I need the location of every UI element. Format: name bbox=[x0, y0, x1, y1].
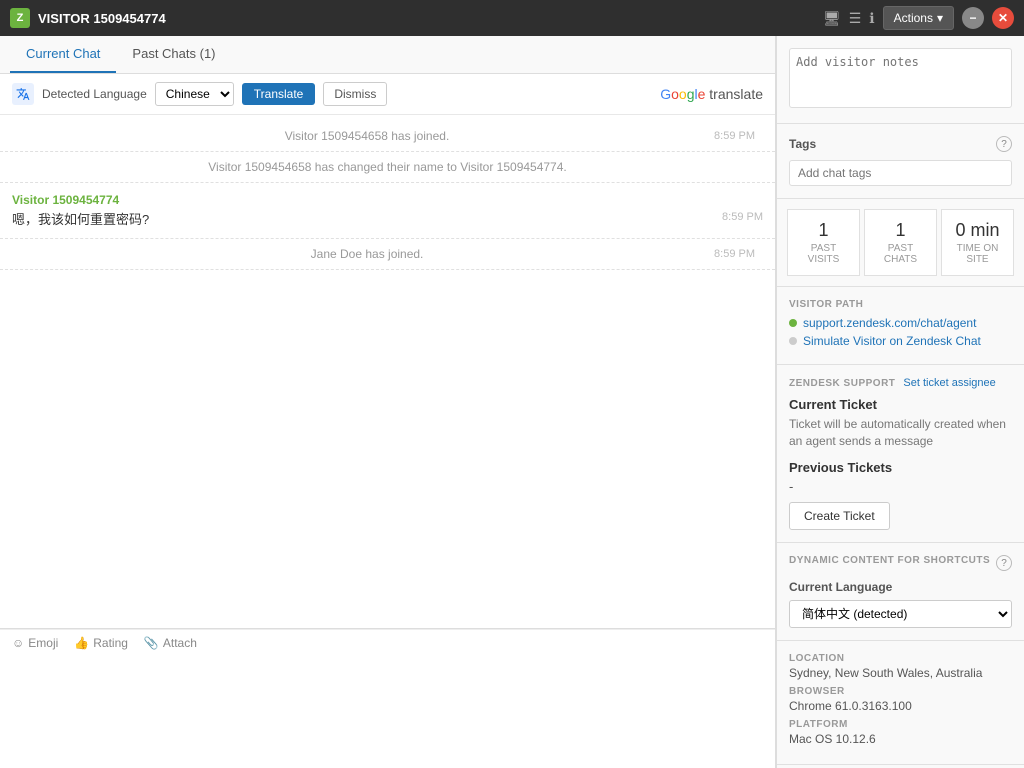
separator-3 bbox=[0, 238, 775, 239]
location-key: LOCATION bbox=[789, 653, 1012, 664]
tags-help-icon[interactable]: ? bbox=[996, 136, 1012, 152]
platform-block: PLATFORM Mac OS 10.12.6 bbox=[789, 719, 1012, 746]
emoji-button[interactable]: ☺ Emoji bbox=[12, 636, 58, 650]
rating-icon: 👍 bbox=[74, 636, 89, 650]
past-chats-label: PAST CHATS bbox=[873, 243, 928, 265]
dynamic-content-header: DYNAMIC CONTENT FOR SHORTCUTS ? bbox=[789, 555, 1012, 572]
tab-past-chats[interactable]: Past Chats (1) bbox=[116, 36, 231, 73]
tags-input[interactable] bbox=[789, 160, 1012, 186]
time-on-site-label: TIME ON SITE bbox=[950, 243, 1005, 265]
separator-2 bbox=[0, 182, 775, 183]
location-section: LOCATION Sydney, New South Wales, Austra… bbox=[777, 641, 1024, 765]
tab-current-chat[interactable]: Current Chat bbox=[10, 36, 116, 73]
tags-label: Tags bbox=[789, 137, 816, 151]
chat-messages: Visitor 1509454658 has joined. 8:59 PM V… bbox=[0, 115, 775, 628]
notes-section bbox=[777, 36, 1024, 124]
visitor-message-block: Visitor 1509454774 嗯，我该如何重置密码? 8:59 PM bbox=[0, 187, 775, 234]
dismiss-button[interactable]: Dismiss bbox=[323, 82, 387, 106]
create-ticket-button[interactable]: Create Ticket bbox=[789, 502, 890, 530]
current-ticket-desc: Ticket will be automatically created whe… bbox=[789, 416, 1012, 450]
language-select[interactable]: Chinese bbox=[155, 82, 234, 106]
system-message-1: Visitor 1509454658 has joined. 8:59 PM bbox=[0, 125, 775, 147]
main-layout: Current Chat Past Chats (1) Detected Lan… bbox=[0, 36, 1024, 768]
previous-tickets-title: Previous Tickets bbox=[789, 460, 1012, 475]
system-message-2: Visitor 1509454658 has changed their nam… bbox=[0, 156, 775, 178]
message-time: 8:59 PM bbox=[722, 209, 763, 223]
location-value: Sydney, New South Wales, Australia bbox=[789, 666, 1012, 680]
path-url-1: support.zendesk.com/chat/agent bbox=[803, 316, 976, 330]
zendesk-support-label: ZENDESK SUPPORT bbox=[789, 378, 895, 389]
rating-button[interactable]: 👍 Rating bbox=[74, 636, 128, 650]
attach-icon: 📎 bbox=[144, 636, 159, 650]
actions-button[interactable]: Actions ▾ bbox=[883, 6, 954, 30]
translate-button[interactable]: Translate bbox=[242, 83, 316, 105]
platform-key: PLATFORM bbox=[789, 719, 1012, 730]
browser-value: Chrome 61.0.3163.100 bbox=[789, 699, 1012, 713]
stats-section: 1 PAST VISITS 1 PAST CHATS 0 min TIME ON… bbox=[777, 199, 1024, 287]
stat-past-visits: 1 PAST VISITS bbox=[787, 209, 860, 276]
stats-row: 1 PAST VISITS 1 PAST CHATS 0 min TIME ON… bbox=[785, 207, 1016, 278]
visitor-path-label: VISITOR PATH bbox=[789, 299, 1012, 310]
language-icon bbox=[12, 83, 34, 105]
stat-past-chats: 1 PAST CHATS bbox=[864, 209, 937, 276]
time-on-site-number: 0 min bbox=[950, 220, 1005, 241]
tags-section: Tags ? bbox=[777, 124, 1024, 199]
message-content: 嗯，我该如何重置密码? bbox=[12, 209, 149, 228]
platform-value: Mac OS 10.12.6 bbox=[789, 732, 1012, 746]
chat-input-area: ☺ Emoji 👍 Rating 📎 Attach bbox=[0, 628, 775, 768]
path-url-2: Simulate Visitor on Zendesk Chat bbox=[803, 334, 981, 348]
stat-time-on-site: 0 min TIME ON SITE bbox=[941, 209, 1014, 276]
attach-button[interactable]: 📎 Attach bbox=[144, 636, 197, 650]
dynamic-content-label: DYNAMIC CONTENT FOR SHORTCUTS bbox=[789, 555, 990, 566]
tabs-bar: Current Chat Past Chats (1) bbox=[0, 36, 775, 74]
location-block: LOCATION Sydney, New South Wales, Austra… bbox=[789, 653, 1012, 680]
path-dot-2 bbox=[789, 337, 797, 345]
message-row: 嗯，我该如何重置密码? 8:59 PM bbox=[12, 209, 763, 228]
visitor-name: Visitor 1509454774 bbox=[12, 193, 763, 207]
google-translate-logo: Google translate bbox=[660, 86, 763, 102]
chat-toolbar: ☺ Emoji 👍 Rating 📎 Attach bbox=[0, 629, 775, 656]
current-language-label: Current Language bbox=[789, 580, 1012, 594]
browser-block: BROWSER Chrome 61.0.3163.100 bbox=[789, 686, 1012, 713]
visitor-path-section: VISITOR PATH support.zendesk.com/chat/ag… bbox=[777, 287, 1024, 365]
previous-tickets-value: - bbox=[789, 479, 1012, 494]
separator-4 bbox=[0, 269, 775, 270]
past-visits-label: PAST VISITS bbox=[796, 243, 851, 265]
titlebar-monitor-icon: 🖥 bbox=[823, 10, 841, 27]
set-assignee-link[interactable]: Set ticket assignee bbox=[903, 377, 995, 389]
minimize-button[interactable]: − bbox=[962, 7, 984, 29]
current-ticket-title: Current Ticket bbox=[789, 397, 1012, 412]
titlebar: Z VISITOR 1509454774 🖥 ☰ ℹ Actions ▾ − ✕ bbox=[0, 0, 1024, 36]
chat-panel: Current Chat Past Chats (1) Detected Lan… bbox=[0, 36, 776, 768]
past-visits-number: 1 bbox=[796, 220, 851, 241]
separator-1 bbox=[0, 151, 775, 152]
titlebar-extra-icon: ☰ bbox=[849, 10, 862, 27]
window-title: VISITOR 1509454774 bbox=[38, 11, 815, 26]
path-dot-1 bbox=[789, 319, 797, 327]
close-button[interactable]: ✕ bbox=[992, 7, 1014, 29]
actions-dropdown-icon: ▾ bbox=[937, 11, 943, 25]
current-language-select[interactable]: 简体中文 (detected) bbox=[789, 600, 1012, 628]
notes-textarea[interactable] bbox=[789, 48, 1012, 108]
tags-header: Tags ? bbox=[789, 136, 1012, 152]
dynamic-content-section: DYNAMIC CONTENT FOR SHORTCUTS ? Current … bbox=[777, 543, 1024, 641]
support-header: ZENDESK SUPPORT Set ticket assignee bbox=[789, 377, 1012, 389]
emoji-icon: ☺ bbox=[12, 636, 24, 650]
path-item-1[interactable]: support.zendesk.com/chat/agent bbox=[789, 316, 1012, 330]
detected-language-label: Detected Language bbox=[42, 87, 147, 101]
right-panel: Tags ? 1 PAST VISITS 1 PAST CHATS 0 min … bbox=[776, 36, 1024, 768]
past-chats-number: 1 bbox=[873, 220, 928, 241]
dynamic-help-icon[interactable]: ? bbox=[996, 555, 1012, 571]
browser-key: BROWSER bbox=[789, 686, 1012, 697]
titlebar-info-icon: ℹ bbox=[869, 10, 874, 27]
path-item-2[interactable]: Simulate Visitor on Zendesk Chat bbox=[789, 334, 1012, 348]
translate-bar: Detected Language Chinese Translate Dism… bbox=[0, 74, 775, 115]
app-icon: Z bbox=[10, 8, 30, 28]
system-message-3: Jane Doe has joined. 8:59 PM bbox=[0, 243, 775, 265]
zendesk-support-section: ZENDESK SUPPORT Set ticket assignee Curr… bbox=[777, 365, 1024, 543]
